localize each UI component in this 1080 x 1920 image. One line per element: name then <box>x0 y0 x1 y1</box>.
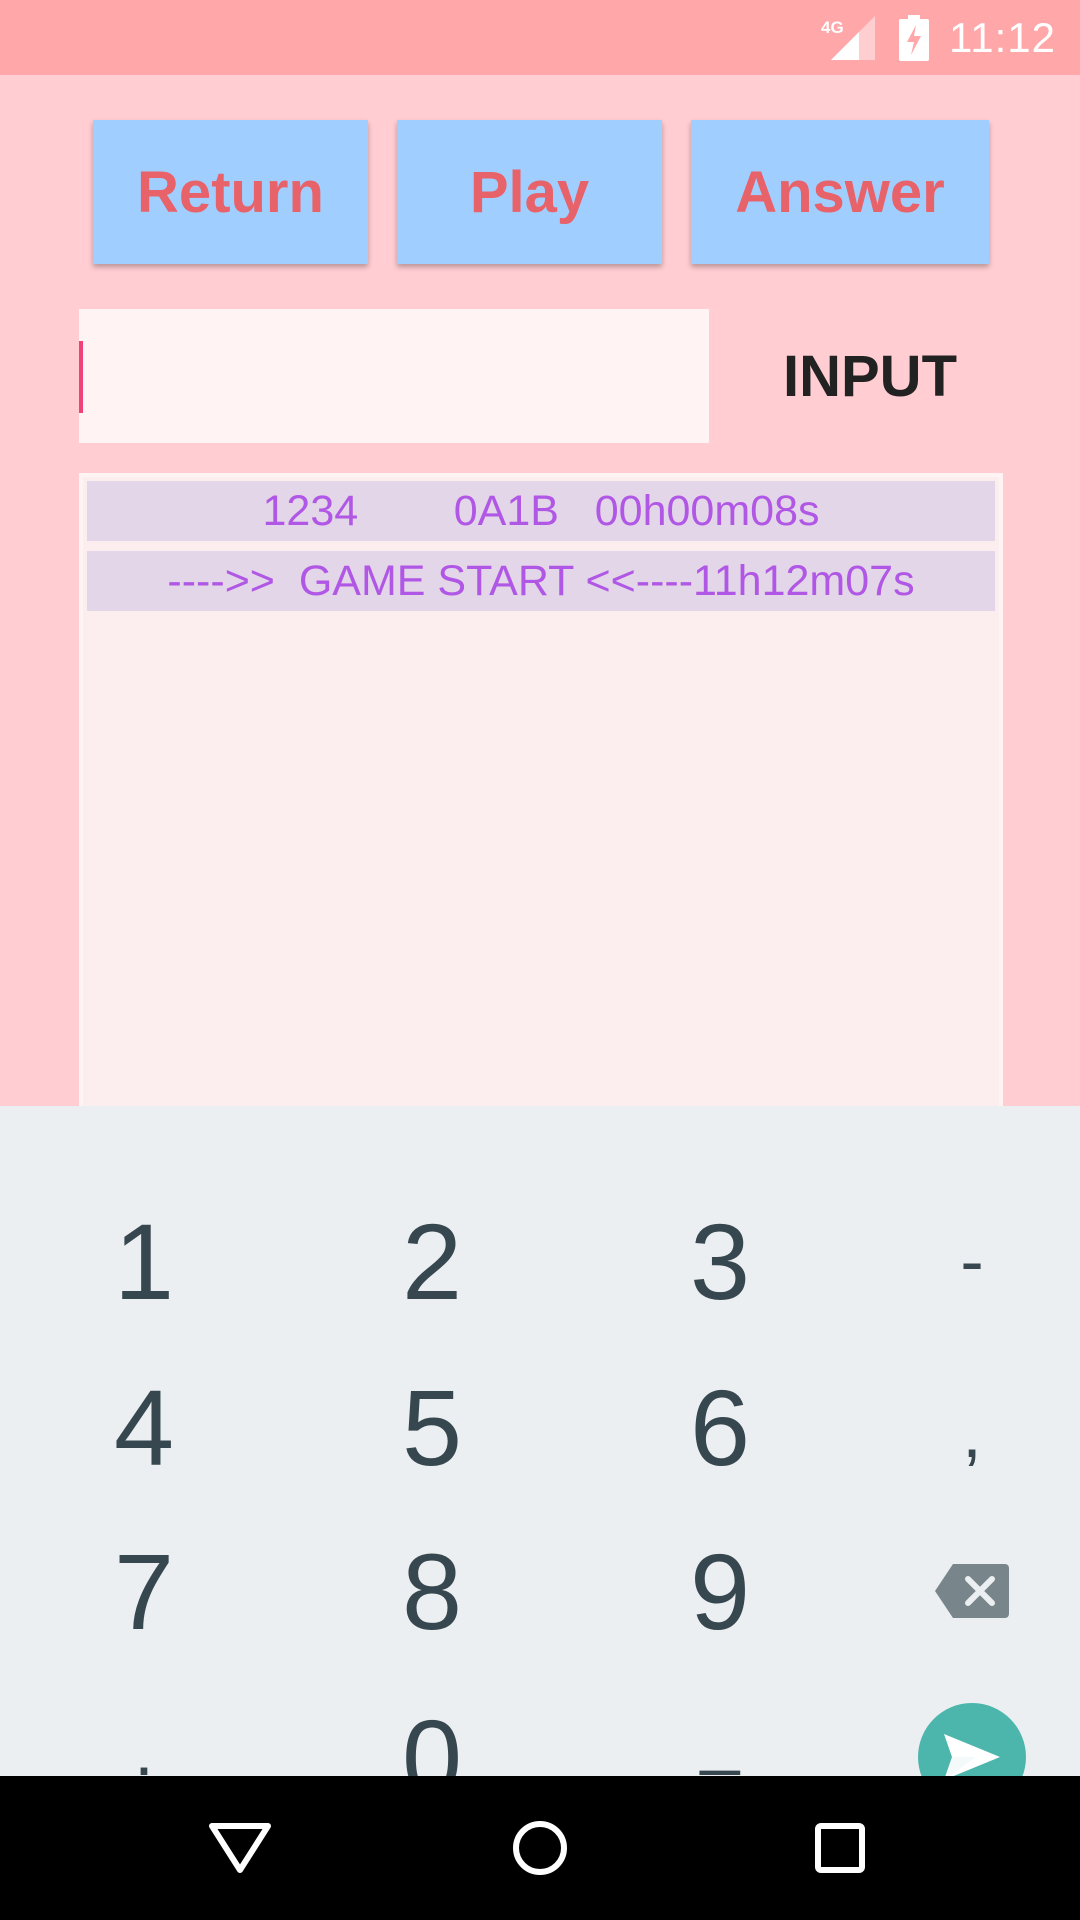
key-2[interactable]: 2 <box>332 1186 532 1336</box>
key-1[interactable]: 1 <box>44 1186 244 1336</box>
home-button[interactable] <box>505 1813 575 1883</box>
list-item: 1234 0A1B 00h00m08s <box>87 481 995 541</box>
list-item: ---->> GAME START <<----11h12m07s <box>87 551 995 611</box>
key-6[interactable]: 6 <box>620 1352 820 1502</box>
guess-input[interactable] <box>79 309 709 443</box>
send-icon <box>944 1734 1000 1780</box>
key-9[interactable]: 9 <box>620 1516 820 1666</box>
key-comma[interactable]: , <box>872 1358 1072 1508</box>
status-bar: 4G 11:12 <box>0 0 1080 75</box>
key-7[interactable]: 7 <box>44 1516 244 1666</box>
key-5[interactable]: 5 <box>332 1352 532 1502</box>
backspace-icon <box>935 1564 1009 1618</box>
return-button[interactable]: Return <box>93 120 368 264</box>
key-dash[interactable]: - <box>872 1186 1072 1336</box>
key-3[interactable]: 3 <box>620 1186 820 1336</box>
home-icon <box>513 1821 567 1875</box>
navigation-bar <box>0 1776 1080 1920</box>
play-button[interactable]: Play <box>397 120 662 264</box>
numeric-keyboard: 1 2 3 - 4 5 6 , 7 8 9 . 0 _ <box>0 1106 1080 1818</box>
text-caret <box>79 341 83 413</box>
answer-button[interactable]: Answer <box>691 120 989 264</box>
back-icon <box>209 1823 271 1873</box>
recents-icon <box>815 1823 865 1873</box>
status-clock: 11:12 <box>949 13 1056 61</box>
input-button[interactable]: INPUT <box>740 309 1000 443</box>
key-4[interactable]: 4 <box>44 1352 244 1502</box>
signal-icon: 4G <box>819 15 875 60</box>
battery-charging-icon <box>899 14 929 61</box>
backspace-key[interactable] <box>872 1516 1072 1666</box>
network-type-label: 4G <box>821 17 844 37</box>
key-8[interactable]: 8 <box>332 1516 532 1666</box>
recents-button[interactable] <box>805 1813 875 1883</box>
back-button[interactable] <box>205 1813 275 1883</box>
